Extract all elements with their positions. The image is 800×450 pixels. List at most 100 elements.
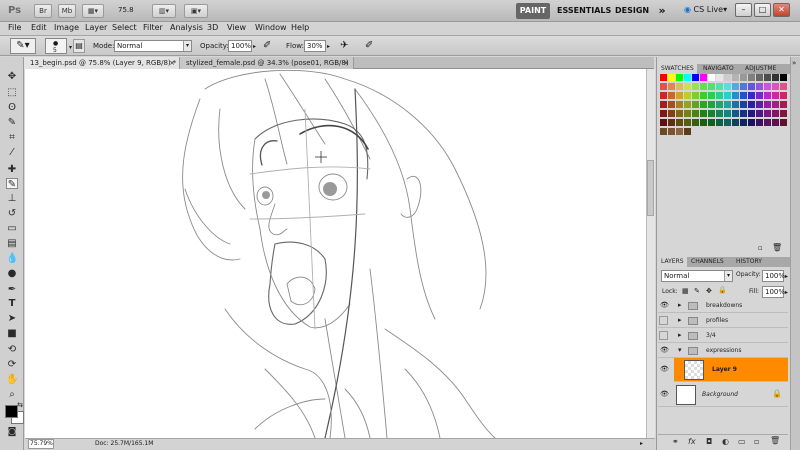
swatch[interactable] bbox=[732, 101, 739, 108]
swatch[interactable] bbox=[772, 101, 779, 108]
chevron-right-icon[interactable]: ▸ bbox=[327, 43, 330, 50]
swatch[interactable] bbox=[740, 83, 747, 90]
swatch[interactable] bbox=[772, 119, 779, 126]
hand-tool-icon[interactable]: ✋ bbox=[6, 374, 18, 385]
move-tool-icon[interactable]: ✥ bbox=[6, 71, 18, 82]
swatch[interactable] bbox=[668, 92, 675, 99]
zoom-tool-icon[interactable]: ⌕ bbox=[6, 389, 18, 400]
shape-tool-icon[interactable]: ■ bbox=[6, 328, 18, 339]
swatch[interactable] bbox=[764, 119, 771, 126]
layer-row-expressions[interactable]: 👁 ▾ expressions bbox=[658, 344, 788, 358]
lasso-tool-icon[interactable]: ʘ bbox=[6, 102, 18, 113]
swatch[interactable] bbox=[708, 83, 715, 90]
swatch[interactable] bbox=[748, 92, 755, 99]
swatch[interactable] bbox=[756, 110, 763, 117]
swatch[interactable] bbox=[764, 74, 771, 81]
arrange-documents-button[interactable]: ▥▾ bbox=[152, 4, 176, 18]
delete-layer-icon[interactable]: 🗑 bbox=[770, 436, 780, 445]
foreground-color-chip[interactable] bbox=[5, 405, 18, 418]
brush-tool-icon[interactable]: ✎ bbox=[6, 178, 18, 190]
tab-stylized-female[interactable]: stylized_female.psd @ 34.3% (pose01, RGB… bbox=[180, 57, 354, 69]
swatch[interactable] bbox=[660, 74, 667, 81]
menu-file[interactable]: File bbox=[8, 23, 21, 32]
swatch[interactable] bbox=[668, 119, 675, 126]
clone-stamp-tool-icon[interactable]: ⊥ bbox=[6, 193, 18, 204]
swatch[interactable] bbox=[716, 74, 723, 81]
3d-rotate-tool-icon[interactable]: ⟲ bbox=[6, 344, 18, 355]
visibility-toggle[interactable] bbox=[659, 316, 668, 325]
marquee-tool-icon[interactable]: ⬚ bbox=[6, 87, 18, 98]
lock-transparency-icon[interactable]: ▦ bbox=[682, 287, 689, 295]
swatch[interactable] bbox=[740, 92, 747, 99]
swatch[interactable] bbox=[668, 101, 675, 108]
swatch[interactable] bbox=[724, 83, 731, 90]
swatch[interactable] bbox=[676, 128, 683, 135]
swatch[interactable] bbox=[780, 101, 787, 108]
swatch[interactable] bbox=[660, 119, 667, 126]
chevron-right-icon[interactable]: ▸ bbox=[785, 289, 788, 296]
document-canvas[interactable] bbox=[25, 69, 646, 438]
swatch[interactable] bbox=[756, 119, 763, 126]
swatch[interactable] bbox=[748, 74, 755, 81]
new-swatch-icon[interactable]: ▫ bbox=[758, 244, 763, 252]
lock-position-icon[interactable]: ✥ bbox=[706, 287, 712, 295]
swatch[interactable] bbox=[668, 74, 675, 81]
menu-help[interactable]: Help bbox=[291, 23, 309, 32]
workspace-design[interactable]: DESIGN bbox=[615, 3, 649, 19]
swatch[interactable] bbox=[676, 74, 683, 81]
scrollbar-thumb[interactable] bbox=[647, 160, 654, 216]
close-icon[interactable]: × bbox=[169, 57, 175, 69]
swatch[interactable] bbox=[660, 83, 667, 90]
swatch[interactable] bbox=[756, 74, 763, 81]
tab-adjustments[interactable]: ADJUSTME bbox=[742, 64, 779, 74]
bridge-button[interactable]: Br bbox=[34, 4, 52, 18]
type-tool-icon[interactable]: T bbox=[6, 298, 18, 309]
swatch[interactable] bbox=[684, 128, 691, 135]
swatch[interactable] bbox=[724, 92, 731, 99]
gradient-tool-icon[interactable]: ▤ bbox=[6, 238, 18, 249]
restore-button[interactable]: □ bbox=[754, 3, 771, 17]
swatch[interactable] bbox=[700, 74, 707, 81]
lock-all-icon[interactable]: 🔒 bbox=[718, 286, 727, 294]
swatch[interactable] bbox=[756, 101, 763, 108]
swatch[interactable] bbox=[676, 119, 683, 126]
swatch[interactable] bbox=[732, 83, 739, 90]
swatch[interactable] bbox=[676, 92, 683, 99]
swatch[interactable] bbox=[780, 83, 787, 90]
menu-filter[interactable]: Filter bbox=[143, 23, 163, 32]
swatch[interactable] bbox=[780, 92, 787, 99]
brush-size-picker[interactable]: ● 5 bbox=[45, 38, 67, 54]
quick-selection-tool-icon[interactable]: ✎ bbox=[6, 117, 18, 128]
swatch[interactable] bbox=[668, 83, 675, 90]
layer-row-breakdowns[interactable]: 👁 ▸ breakdowns bbox=[658, 299, 788, 313]
menu-view[interactable]: View bbox=[227, 23, 246, 32]
3d-orbit-tool-icon[interactable]: ⟳ bbox=[6, 359, 18, 370]
chevron-right-icon[interactable]: ▸ bbox=[678, 301, 682, 309]
swatch[interactable] bbox=[700, 92, 707, 99]
menu-edit[interactable]: Edit bbox=[31, 23, 47, 32]
swatch[interactable] bbox=[668, 110, 675, 117]
mode-select[interactable]: Normal ▾ bbox=[114, 40, 192, 52]
layer-row-layer-9[interactable]: Layer 9 bbox=[674, 358, 788, 382]
swatch[interactable] bbox=[756, 83, 763, 90]
swatch[interactable] bbox=[668, 128, 675, 135]
swatch[interactable] bbox=[740, 119, 747, 126]
swatch[interactable] bbox=[676, 101, 683, 108]
swatch[interactable] bbox=[660, 101, 667, 108]
layer-opacity-input[interactable]: 100% bbox=[762, 270, 785, 282]
swatch[interactable] bbox=[756, 92, 763, 99]
layer-row-profiles[interactable]: ▸ profiles bbox=[658, 314, 788, 328]
cs-live-menu[interactable]: ◉ CS Live▾ bbox=[684, 5, 727, 14]
close-icon[interactable]: × bbox=[343, 57, 349, 69]
swatch[interactable] bbox=[724, 110, 731, 117]
layer-mask-icon[interactable]: ◘ bbox=[706, 437, 712, 446]
eraser-tool-icon[interactable]: ▭ bbox=[6, 223, 18, 234]
swatch[interactable] bbox=[676, 83, 683, 90]
swatch[interactable] bbox=[724, 101, 731, 108]
chevron-right-icon[interactable]: ▸ bbox=[678, 331, 682, 339]
adjustment-layer-icon[interactable]: ◐ bbox=[722, 437, 729, 446]
tab-navigator[interactable]: NAVIGATO bbox=[700, 64, 737, 74]
eye-icon[interactable]: 👁 bbox=[660, 391, 669, 398]
swatch[interactable] bbox=[716, 92, 723, 99]
workspace-paint[interactable]: PAINT bbox=[516, 3, 550, 19]
